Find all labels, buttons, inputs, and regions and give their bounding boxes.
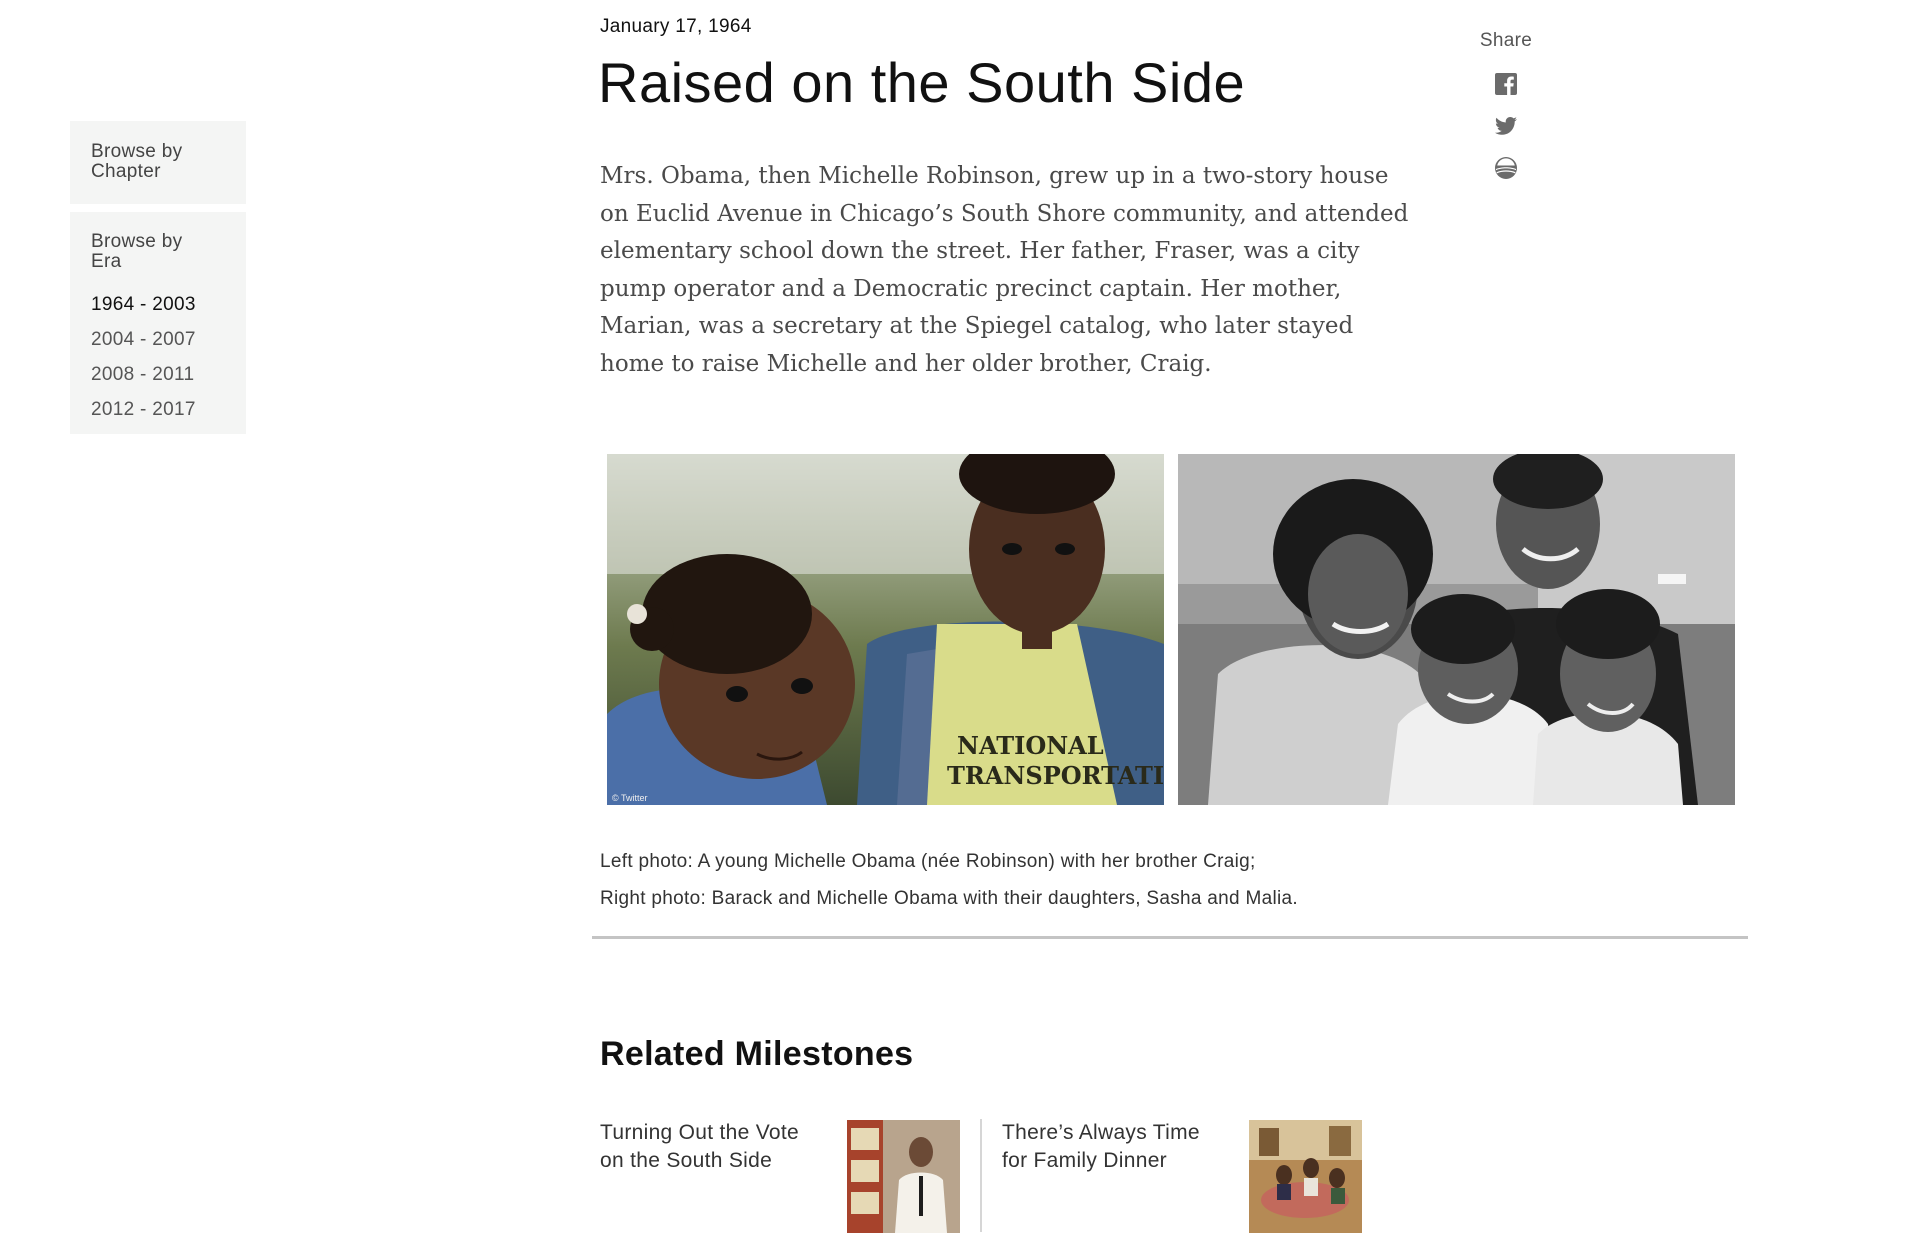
related-milestone-card[interactable]: Turning Out the Vote on the South Side (600, 1119, 980, 1233)
related-divider (980, 1119, 982, 1232)
browse-by-chapter-link[interactable]: Browse by Chapter (91, 142, 211, 182)
twitter-icon[interactable] (1494, 114, 1518, 138)
related-milestone-card[interactable]: There’s Always Time for Family Dinner (1002, 1119, 1382, 1233)
era-item-2008-2011[interactable]: 2008 - 2011 (91, 357, 225, 392)
photo-michelle-and-craig: NATIONAL TRANSPORTATION © Twitter (607, 454, 1164, 805)
photo-obama-family (1178, 454, 1735, 805)
related-milestone-title[interactable]: There’s Always Time for Family Dinner (1002, 1119, 1217, 1175)
page-title: Raised on the South Side (598, 51, 1246, 114)
related-milestone-thumbnail[interactable] (847, 1120, 960, 1233)
share-panel: Share (1470, 30, 1542, 180)
page: Browse by Chapter Browse by Era 1964 - 2… (0, 0, 1920, 1258)
era-item-1964-2003[interactable]: 1964 - 2003 (91, 287, 225, 322)
related-milestones-heading: Related Milestones (600, 1035, 914, 1073)
related-milestone-title[interactable]: Turning Out the Vote on the South Side (600, 1119, 815, 1175)
era-item-2012-2017[interactable]: 2012 - 2017 (91, 392, 225, 427)
browse-by-chapter-panel[interactable]: Browse by Chapter (70, 121, 246, 204)
article-body: Mrs. Obama, then Michelle Robinson, grew… (600, 163, 1409, 377)
obama-logo-icon[interactable] (1494, 156, 1518, 180)
photo-credit: © Twitter (612, 793, 648, 803)
facebook-icon[interactable] (1494, 72, 1518, 96)
browse-by-era-panel: Browse by Era 1964 - 2003 2004 - 2007 20… (70, 212, 246, 434)
caption-line-left: Left photo: A young Michelle Obama (née … (600, 851, 1256, 872)
caption-line-right: Right photo: Barack and Michelle Obama w… (600, 888, 1298, 909)
related-milestone-thumbnail[interactable] (1249, 1120, 1362, 1233)
photo-caption: Left photo: A young Michelle Obama (née … (600, 843, 1460, 917)
svg-text:TRANSPORTATION: TRANSPORTATION (947, 761, 1164, 790)
milestone-date: January 17, 1964 (600, 16, 752, 37)
era-item-2004-2007[interactable]: 2004 - 2007 (91, 322, 225, 357)
era-list: 1964 - 2003 2004 - 2007 2008 - 2011 2012… (91, 287, 225, 427)
svg-text:NATIONAL: NATIONAL (957, 731, 1104, 760)
section-divider (592, 936, 1748, 939)
browse-by-era-title: Browse by Era (91, 231, 183, 272)
share-label: Share (1479, 30, 1533, 51)
